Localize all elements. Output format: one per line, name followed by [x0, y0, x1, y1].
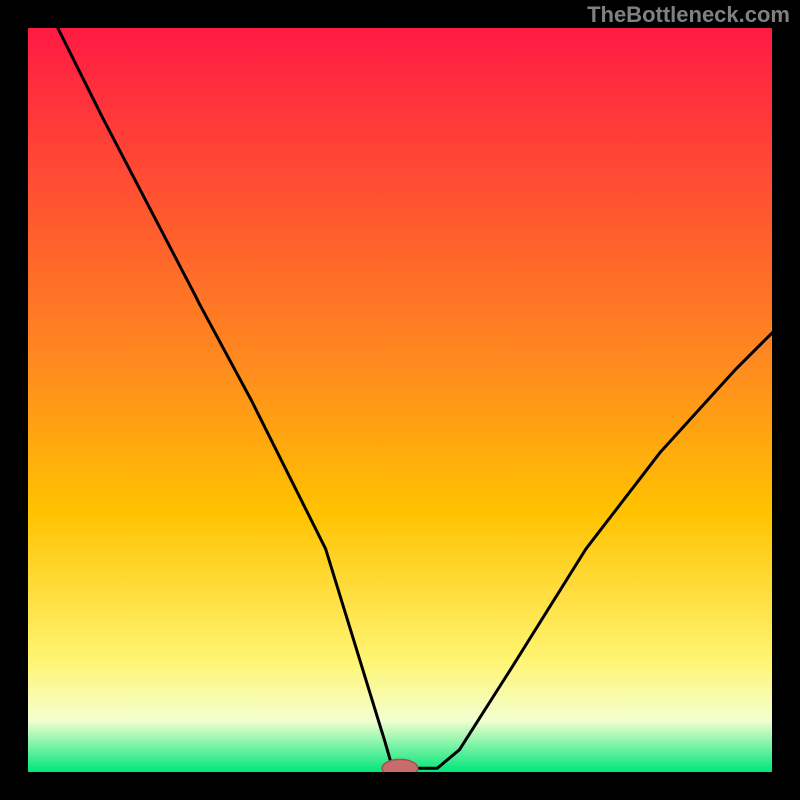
- attribution-label: TheBottleneck.com: [587, 2, 790, 28]
- chart-container: TheBottleneck.com: [0, 0, 800, 800]
- optimal-marker: [382, 759, 418, 772]
- plot-area: [28, 28, 772, 772]
- bottleneck-chart: [28, 28, 772, 772]
- gradient-background: [28, 28, 772, 772]
